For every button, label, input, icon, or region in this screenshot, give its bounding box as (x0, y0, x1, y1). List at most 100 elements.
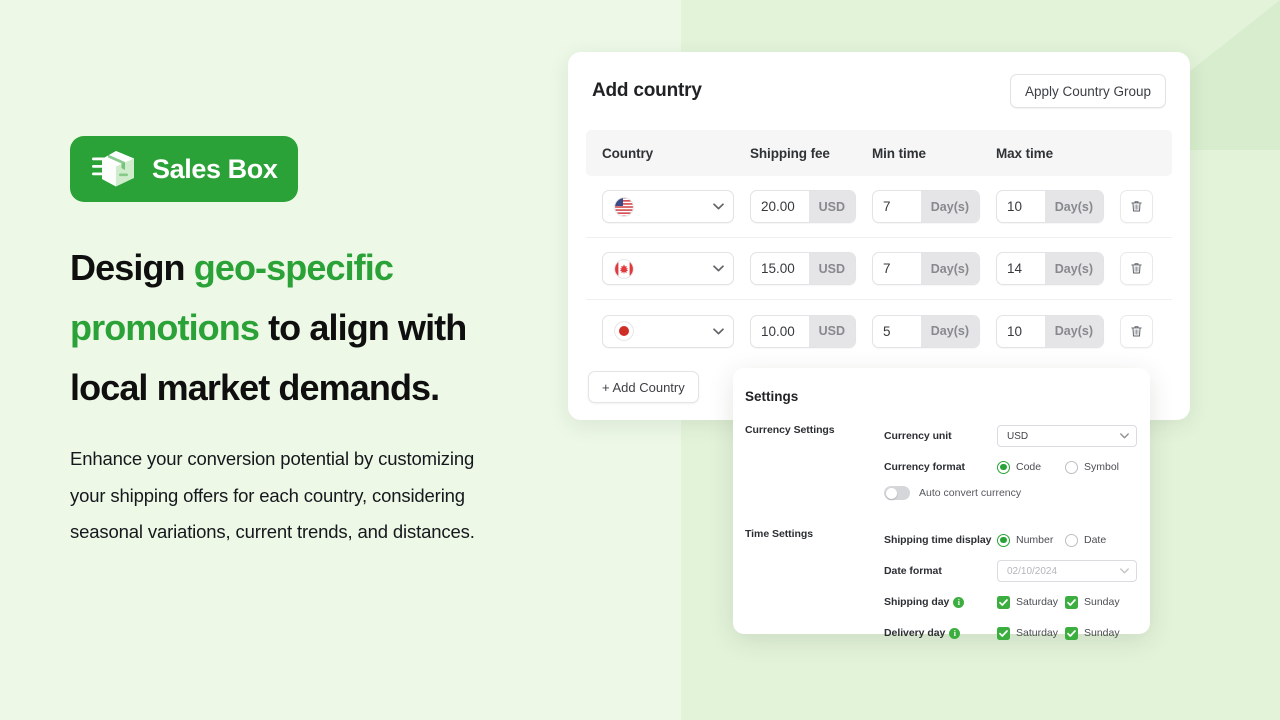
table-row: 10.00 USD 5 Day(s) 10 Day(s) (586, 300, 1172, 362)
shipping-day-control: Saturday Sunday (997, 595, 1150, 609)
radio-label: Date (1084, 534, 1107, 546)
max-time-input-group[interactable]: 10 Day(s) (996, 190, 1104, 223)
country-cell (602, 190, 750, 223)
max-time-value[interactable]: 10 (997, 316, 1045, 347)
max-time-unit: Day(s) (1044, 253, 1103, 284)
delete-row-button[interactable] (1120, 314, 1153, 348)
shipping-box-icon (92, 149, 138, 189)
date-format-row: Date format 02/10/2024 (884, 557, 1150, 585)
min-time-unit: Day(s) (920, 191, 979, 222)
shipping-time-display-control: Number Date (997, 533, 1150, 547)
max-time-unit: Day(s) (1044, 315, 1103, 347)
currency-suffix: USD (808, 253, 855, 284)
min-time-unit: Day(s) (920, 315, 979, 347)
flag-ca-icon (614, 258, 634, 279)
radio-currency-format-symbol[interactable]: Symbol (1065, 460, 1133, 474)
currency-settings-section: Currency Settings Currency unit USD Curr… (745, 422, 1150, 510)
time-settings-controls: Shipping time display Number Date Date f… (884, 526, 1150, 650)
radio-label: Symbol (1084, 461, 1120, 473)
shipping-fee-input-group[interactable]: 10.00 USD (750, 314, 856, 348)
delivery-day-control: Saturday Sunday (997, 626, 1150, 640)
hero-body-text: Enhance your conversion potential by cus… (70, 448, 475, 542)
radio-indicator (997, 533, 1010, 547)
column-header-shipping-fee: Shipping fee (750, 145, 830, 161)
min-time-value[interactable]: 5 (873, 316, 921, 347)
min-time-unit: Day(s) (920, 253, 979, 284)
check-icon (1067, 629, 1076, 637)
min-time-input-group[interactable]: 7 Day(s) (872, 190, 980, 223)
delete-row-button[interactable] (1120, 190, 1153, 223)
radio-display-date[interactable]: Date (1065, 533, 1133, 547)
table-row: 15.00 USD 7 Day(s) 14 Day(s) (586, 238, 1172, 300)
shipping-fee-value[interactable]: 10.00 (751, 316, 809, 347)
radio-indicator (1065, 533, 1078, 547)
delivery-day-label: Delivery day i (884, 627, 997, 639)
max-time-value[interactable]: 14 (997, 253, 1045, 284)
max-time-value[interactable]: 10 (997, 191, 1045, 222)
check-icon (999, 629, 1008, 637)
date-format-control: 02/10/2024 (997, 560, 1150, 582)
radio-label: Number (1016, 534, 1054, 546)
min-time-input-group[interactable]: 7 Day(s) (872, 252, 980, 285)
row-actions-cell (1120, 314, 1170, 348)
auto-convert-currency-row: Auto convert currency (884, 486, 1150, 500)
card-header: Add country Apply Country Group (568, 52, 1190, 130)
brand-name: Sales Box (152, 153, 278, 184)
apply-country-group-button[interactable]: Apply Country Group (1009, 74, 1166, 108)
country-select[interactable] (602, 190, 734, 223)
checkbox-indicator (997, 626, 1010, 640)
checkbox-label: Sunday (1084, 596, 1120, 608)
shipping-time-display-label: Shipping time display (884, 534, 992, 546)
checkbox-label: Saturday (1016, 596, 1059, 608)
country-select[interactable] (602, 314, 734, 348)
auto-convert-currency-label: Auto convert currency (919, 487, 1022, 499)
radio-display-number[interactable]: Number (997, 533, 1065, 547)
shipping-fee-value[interactable]: 20.00 (751, 191, 809, 222)
info-icon[interactable]: i (953, 596, 965, 608)
flag-jp-icon (614, 321, 634, 341)
shipping-fee-input-group[interactable]: 15.00 USD (750, 252, 856, 285)
checkbox-shipping-saturday[interactable]: Saturday (997, 595, 1065, 609)
country-cell (602, 252, 750, 285)
row-actions-cell (1120, 190, 1170, 223)
currency-suffix: USD (808, 315, 855, 347)
shipping-fee-input-group[interactable]: 20.00 USD (750, 190, 856, 223)
radio-indicator (1065, 460, 1078, 474)
shipping-fee-value[interactable]: 15.00 (751, 253, 809, 284)
currency-unit-control: USD (997, 425, 1150, 447)
currency-unit-select[interactable]: USD (997, 425, 1137, 447)
table-header-row: Country Shipping fee Min time Max time (586, 130, 1172, 176)
currency-format-control: Code Symbol (997, 460, 1150, 474)
date-format-select[interactable]: 02/10/2024 (997, 560, 1137, 582)
min-time-value[interactable]: 7 (873, 253, 921, 284)
max-time-cell: 10 Day(s) (996, 314, 1120, 348)
checkbox-shipping-sunday[interactable]: Sunday (1065, 595, 1133, 609)
shipping-fee-cell: 20.00 USD (750, 190, 872, 223)
max-time-input-group[interactable]: 14 Day(s) (996, 252, 1104, 285)
delete-row-button[interactable] (1120, 252, 1153, 285)
info-icon[interactable]: i (949, 627, 961, 639)
check-icon (1067, 598, 1076, 606)
max-time-input-group[interactable]: 10 Day(s) (996, 314, 1104, 348)
shipping-day-row: Shipping day i Saturday Sunday (884, 588, 1150, 616)
delivery-day-row: Delivery day i Saturday Sunday (884, 619, 1150, 647)
radio-currency-format-code[interactable]: Code (997, 460, 1065, 474)
country-select[interactable] (602, 252, 734, 285)
min-time-input-group[interactable]: 5 Day(s) (872, 314, 980, 348)
radio-indicator (997, 460, 1010, 474)
table-row: 20.00 USD 7 Day(s) 10 Day(s) (586, 176, 1172, 238)
shipping-fee-cell: 15.00 USD (750, 252, 872, 285)
page-title: Design geo-specific promotions to align … (70, 238, 540, 418)
country-cell (602, 314, 750, 348)
card-title: Add country (592, 80, 702, 101)
checkbox-label: Saturday (1016, 627, 1059, 639)
max-time-cell: 14 Day(s) (996, 252, 1120, 285)
checkbox-delivery-sunday[interactable]: Sunday (1065, 626, 1133, 640)
min-time-value[interactable]: 7 (873, 191, 921, 222)
date-format-label: Date format (884, 565, 942, 577)
checkbox-delivery-saturday[interactable]: Saturday (997, 626, 1065, 640)
currency-unit-label: Currency unit (884, 430, 952, 442)
auto-convert-currency-toggle[interactable] (884, 486, 910, 500)
add-country-button[interactable]: + Add Country (588, 371, 699, 403)
flag-us-icon (614, 196, 634, 217)
